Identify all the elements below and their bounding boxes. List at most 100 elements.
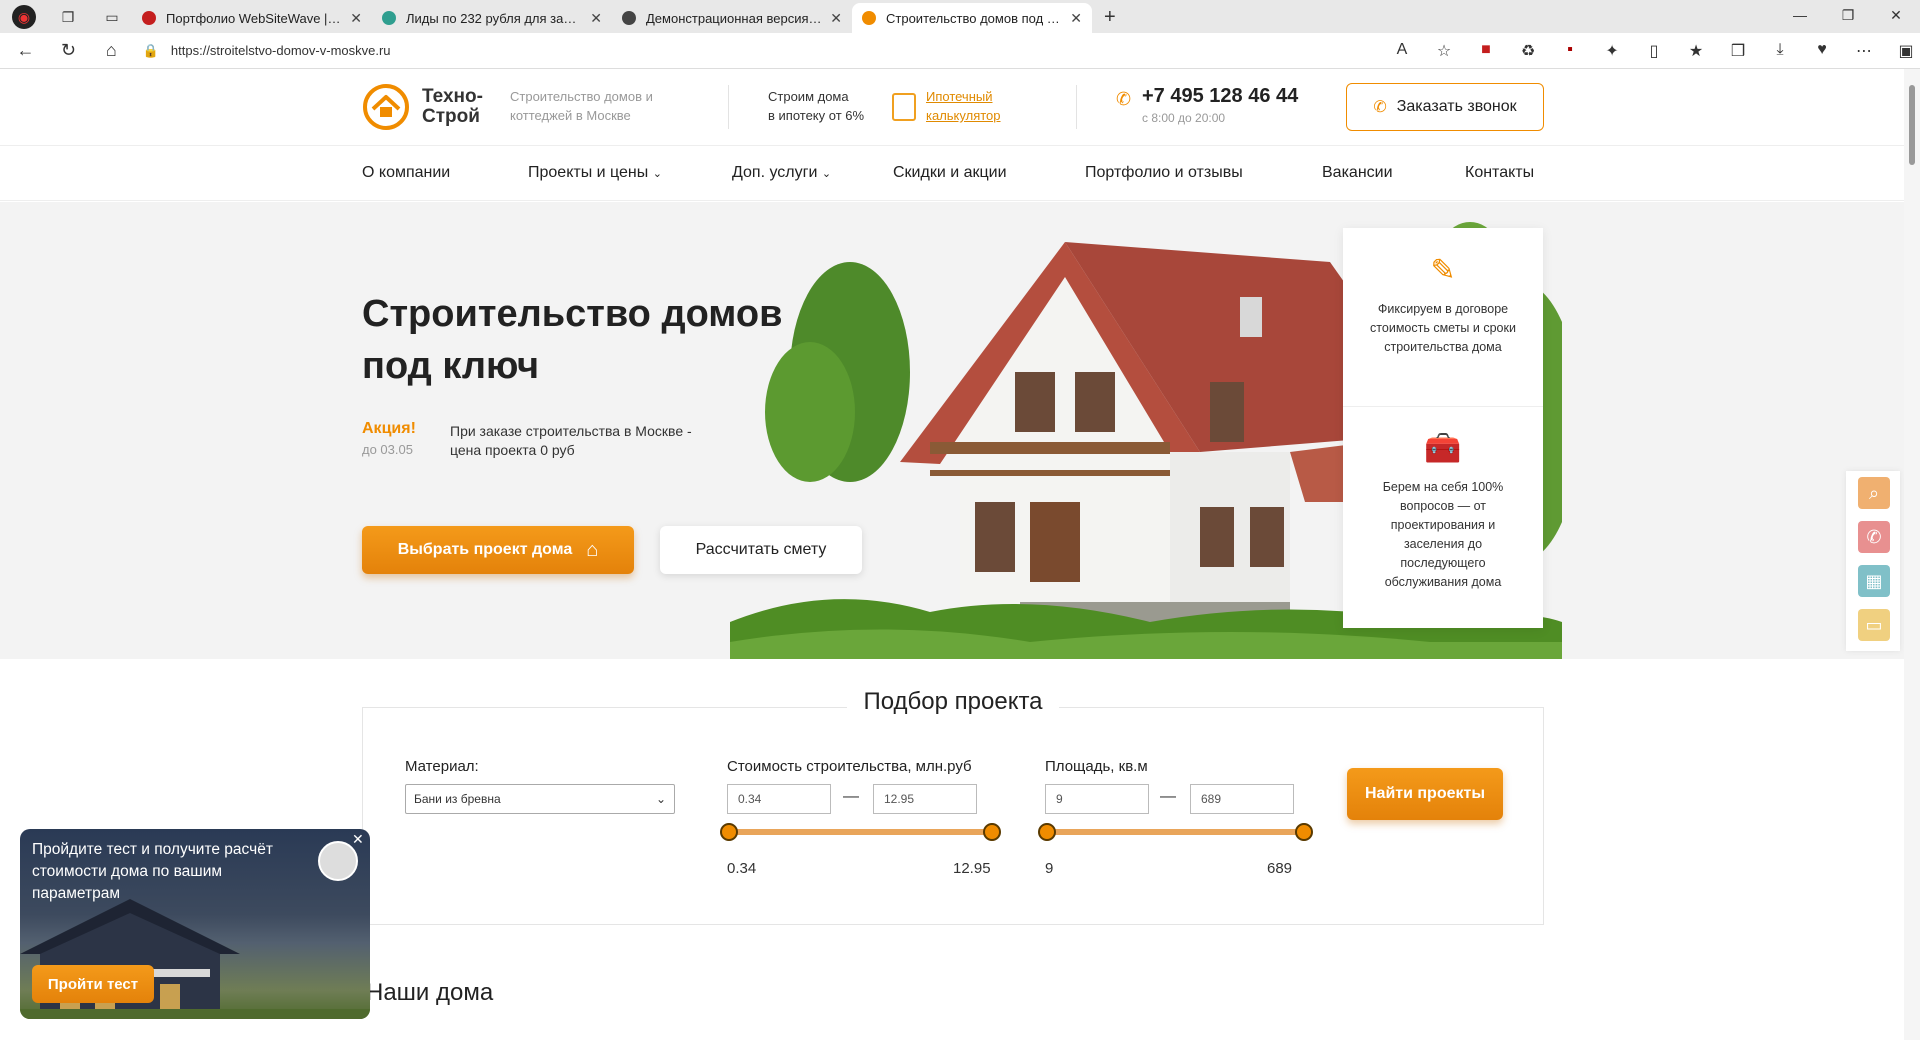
profile-icon[interactable]: ◉ — [12, 5, 36, 29]
close-tab-icon[interactable]: ✕ — [590, 10, 602, 27]
side-widget-bar: ⌕ ✆ ▦ ▭ — [1846, 471, 1900, 651]
tab-title: Портфолио WebSiteWave | Креа — [166, 10, 343, 26]
hero-title-line1: Строительство домов — [362, 293, 783, 335]
menu-item-contacts[interactable]: Контакты — [1465, 164, 1534, 182]
cost-min-input[interactable]: 0.34 — [727, 784, 831, 814]
logo-line1: Техно- — [422, 86, 483, 107]
favicon — [622, 11, 636, 25]
performance-icon[interactable]: ♥ — [1808, 41, 1836, 61]
tagline: Строительство домов и коттеджей в Москве — [510, 89, 653, 123]
order-call-label: Заказать звонок — [1396, 98, 1517, 115]
close-tab-icon[interactable]: ✕ — [830, 10, 842, 27]
extensions-icon[interactable]: ✦ — [1598, 41, 1626, 61]
search-icon[interactable]: ⌕ — [1858, 477, 1890, 509]
selector-title: Подбор проекта — [363, 688, 1543, 716]
split-screen-icon[interactable]: ▯ — [1640, 41, 1668, 61]
back-icon[interactable]: ← — [8, 37, 43, 65]
refresh-icon[interactable]: ↻ — [51, 37, 86, 65]
site-header: Техно- Строй Строительство домов и котте… — [0, 69, 1904, 146]
features-panel: ✎ Фиксируем в договоре стоимость сметы и… — [1343, 228, 1543, 628]
calculate-estimate-button[interactable]: Рассчитать смету — [660, 526, 862, 574]
mortgage-line2: в ипотеку от 6% — [768, 108, 865, 123]
calc-line2: калькулятор — [926, 108, 1001, 123]
chevron-down-icon: ⌄ — [652, 168, 662, 180]
tab-4-active[interactable]: Строительство домов под ключ ✕ — [852, 3, 1092, 33]
cost-dash: — — [843, 788, 859, 805]
recycle-icon[interactable]: ♻ — [1514, 41, 1542, 61]
menu-item-projects[interactable]: Проекты и цены ⌄ — [528, 164, 662, 182]
lock-icon: 🔒 — [142, 42, 159, 58]
calculator-icon[interactable] — [892, 93, 916, 121]
close-window-icon[interactable]: ✕ — [1872, 0, 1920, 30]
find-projects-button[interactable]: Найти проекты — [1347, 768, 1503, 820]
extension-2-icon[interactable]: ▪ — [1556, 41, 1584, 61]
minimize-icon[interactable]: — — [1776, 0, 1824, 30]
chat-icon[interactable]: ▭ — [1858, 609, 1890, 641]
section-title: Наши дома — [366, 979, 494, 1006]
menu-item-about[interactable]: О компании — [362, 164, 450, 182]
feature-full-service: 🧰 Берем на себя 100% вопросов — от проек… — [1343, 428, 1543, 592]
tab-1[interactable]: Портфолио WebSiteWave | Креа ✕ — [132, 3, 372, 33]
order-call-button[interactable]: ✆ Заказать звонок — [1346, 83, 1544, 131]
phone-icon: ✆ — [1373, 99, 1387, 116]
material-select[interactable]: Бани из бревна ⌄ — [405, 784, 675, 814]
material-label: Материал: — [405, 758, 479, 775]
divider — [728, 85, 729, 129]
area-min-input[interactable]: 9 — [1045, 784, 1149, 814]
menu-item-discounts[interactable]: Скидки и акции — [893, 164, 1007, 182]
mortgage-text: Строим дома в ипотеку от 6% — [768, 87, 864, 125]
choose-project-button[interactable]: Выбрать проект дома ⌂ — [362, 526, 634, 574]
tab-actions-icon[interactable]: ▭ — [100, 5, 124, 29]
favorites-icon[interactable]: ★ — [1682, 41, 1710, 61]
collections-bar-icon[interactable]: ❒ — [1724, 41, 1752, 61]
more-icon[interactable]: ⋯ — [1850, 41, 1878, 61]
close-tab-icon[interactable]: ✕ — [350, 10, 362, 27]
logo-icon[interactable] — [362, 83, 410, 131]
close-tab-icon[interactable]: ✕ — [1070, 10, 1082, 27]
url-text: https://stroitelstvo-domov-v-moskve.ru — [170, 43, 391, 58]
read-aloud-icon[interactable]: A — [1388, 41, 1416, 61]
grid-icon[interactable]: ▦ — [1858, 565, 1890, 597]
feature-fixed-price: ✎ Фиксируем в договоре стоимость сметы и… — [1343, 250, 1543, 357]
tab-3[interactable]: Демонстрационная версия про ✕ — [612, 3, 852, 33]
close-icon[interactable]: ✕ — [352, 831, 368, 847]
extension-icon[interactable]: ■ — [1472, 41, 1500, 61]
tab-2[interactable]: Лиды по 232 рубля для застрой ✕ — [372, 3, 612, 33]
scrollbar-thumb[interactable] — [1909, 85, 1915, 165]
page-scrollbar[interactable] — [1904, 69, 1920, 1040]
sidebar-icon[interactable]: ▣ — [1892, 41, 1920, 61]
mortgage-calculator-link[interactable]: Ипотечный калькулятор — [926, 87, 1001, 125]
collections-icon[interactable]: ❐ — [56, 5, 80, 29]
cost-slider-track[interactable] — [729, 829, 989, 835]
new-tab-icon[interactable]: + — [1092, 6, 1128, 33]
restore-icon[interactable]: ❐ — [1824, 0, 1872, 30]
menu-item-vacancies[interactable]: Вакансии — [1322, 164, 1393, 182]
area-slider-max-handle[interactable] — [1295, 823, 1313, 841]
home-icon[interactable]: ⌂ — [94, 37, 129, 65]
calc-line1: Ипотечный — [926, 89, 993, 104]
cost-label: Стоимость строительства, млн.руб — [727, 758, 972, 775]
phone-icon[interactable]: ✆ — [1858, 521, 1890, 553]
quiz-popup[interactable]: Пройдите тест и получите расчёт стоимост… — [20, 829, 370, 1019]
cost-slider-max-handle[interactable] — [983, 823, 1001, 841]
divider — [1343, 406, 1543, 407]
cost-max-input[interactable]: 12.95 — [873, 784, 977, 814]
page: Техно- Строй Строительство домов и котте… — [0, 69, 1904, 1040]
menu-item-portfolio[interactable]: Портфолио и отзывы — [1085, 164, 1243, 182]
logo-text[interactable]: Техно- Строй — [422, 87, 483, 127]
take-quiz-button[interactable]: Пройти тест — [32, 965, 154, 1003]
tab-title: Демонстрационная версия про — [646, 10, 823, 26]
downloads-icon[interactable]: ⤓ — [1766, 41, 1794, 61]
favorite-star-icon[interactable]: ☆ — [1430, 41, 1458, 61]
url-field[interactable]: 🔒 https://stroitelstvo-domov-v-moskve.ru — [142, 36, 1375, 65]
cost-slider-min-handle[interactable] — [720, 823, 738, 841]
toolbox-icon: 🧰 — [1424, 431, 1462, 465]
favicon — [382, 11, 396, 25]
area-slider-track[interactable] — [1047, 829, 1301, 835]
area-slider-min-handle[interactable] — [1038, 823, 1056, 841]
phone-number-link[interactable]: +7 495 128 46 44 — [1142, 85, 1298, 108]
menu-item-services[interactable]: Доп. услуги ⌄ — [732, 164, 831, 182]
browser-tab-bar: ◉ ❐ ▭ Портфолио WebSiteWave | Креа ✕ Лиды… — [0, 0, 1920, 33]
selector-title-text: Подбор проекта — [847, 688, 1059, 715]
area-max-input[interactable]: 689 — [1190, 784, 1294, 814]
